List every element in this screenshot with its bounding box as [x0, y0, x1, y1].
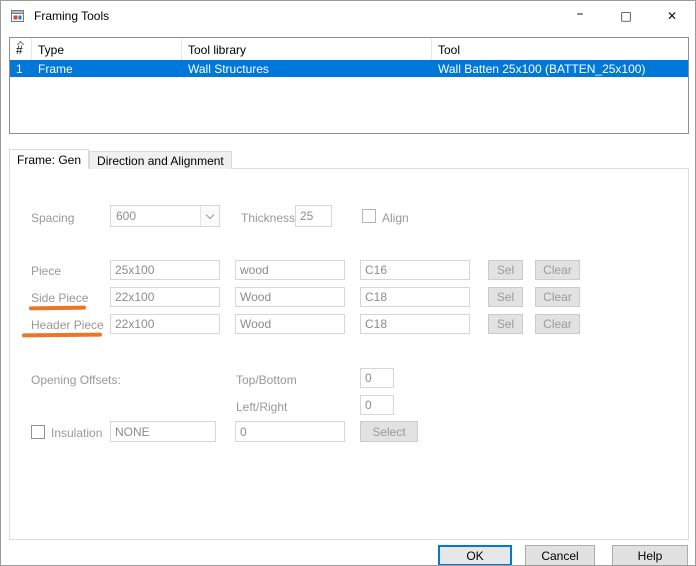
left-right-input [360, 395, 394, 415]
header-piece-size-input [110, 314, 220, 334]
app-icon [10, 8, 26, 24]
tab-frame-gen[interactable]: Frame: Gen [9, 149, 89, 169]
close-icon[interactable]: ✕ [649, 1, 695, 31]
titlebar: Framing Tools – □ ✕ [1, 1, 695, 31]
side-piece-grade-input [360, 287, 470, 307]
side-piece-label: Side Piece [31, 291, 88, 305]
cell-type: Frame [32, 62, 182, 76]
header-piece-material-input [235, 314, 345, 334]
header-piece-sel-button: Sel [488, 314, 523, 334]
spacing-label: Spacing [31, 211, 74, 225]
ok-button[interactable]: OK [438, 545, 512, 566]
insulation-amount-input [235, 421, 345, 442]
column-header-tool[interactable]: Tool [432, 38, 688, 60]
minimize-icon[interactable]: – [557, 1, 603, 31]
side-piece-clear-button: Clear [535, 287, 580, 307]
insulation-label: Insulation [51, 426, 102, 440]
frame-gen-panel: Spacing 600 Thickness Align Piece Sel Cl… [9, 168, 689, 540]
window-controls: – □ ✕ [557, 1, 695, 31]
header-piece-label: Header Piece [31, 318, 104, 332]
help-button[interactable]: Help [612, 545, 688, 566]
piece-grade-input [360, 260, 470, 280]
framing-tools-dialog: Framing Tools – □ ✕ # Type Tool library … [0, 0, 696, 566]
thickness-label: Thickness [241, 211, 295, 225]
insulation-select-button: Select [360, 421, 418, 442]
tab-direction-and-alignment[interactable]: Direction and Alignment [89, 151, 232, 169]
cancel-button[interactable]: Cancel [525, 545, 595, 566]
opening-offsets-label: Opening Offsets: [31, 373, 121, 387]
piece-size-input [110, 260, 220, 280]
side-piece-material-input [235, 287, 345, 307]
dropdown-arrow-icon [200, 206, 219, 226]
maximize-icon[interactable]: □ [603, 1, 649, 31]
piece-material-input [235, 260, 345, 280]
spacing-dropdown: 600 [110, 205, 220, 227]
cell-number: 1 [10, 62, 32, 76]
top-bottom-label: Top/Bottom [236, 373, 297, 387]
column-header-library[interactable]: Tool library [182, 38, 432, 60]
thickness-input [295, 205, 332, 227]
tool-list-header: # Type Tool library Tool [10, 38, 688, 60]
spacing-value: 600 [116, 209, 136, 223]
annotation-underline-header-piece [22, 333, 102, 338]
side-piece-size-input [110, 287, 220, 307]
tool-list: # Type Tool library Tool 1 Frame Wall St… [9, 37, 689, 134]
piece-label: Piece [31, 264, 61, 278]
header-piece-clear-button: Clear [535, 314, 580, 334]
insulation-name-input [110, 421, 216, 442]
cell-library: Wall Structures [182, 62, 432, 76]
column-header-number[interactable]: # [10, 38, 32, 60]
cell-tool: Wall Batten 25x100 (BATTEN_25x100) [432, 62, 688, 76]
align-checkbox [362, 209, 376, 223]
left-right-label: Left/Right [236, 400, 287, 414]
insulation-checkbox[interactable] [31, 425, 45, 439]
piece-clear-button: Clear [535, 260, 580, 280]
top-bottom-input [360, 368, 394, 388]
side-piece-sel-button: Sel [488, 287, 523, 307]
piece-sel-button: Sel [488, 260, 523, 280]
table-row-selected[interactable]: 1 Frame Wall Structures Wall Batten 25x1… [10, 60, 688, 77]
window-title: Framing Tools [34, 9, 109, 23]
header-piece-grade-input [360, 314, 470, 334]
tab-bar: Frame: Gen Direction and Alignment [9, 149, 232, 169]
align-label: Align [382, 211, 409, 225]
annotation-underline-side-piece [29, 306, 86, 311]
column-header-type[interactable]: Type [32, 38, 182, 60]
